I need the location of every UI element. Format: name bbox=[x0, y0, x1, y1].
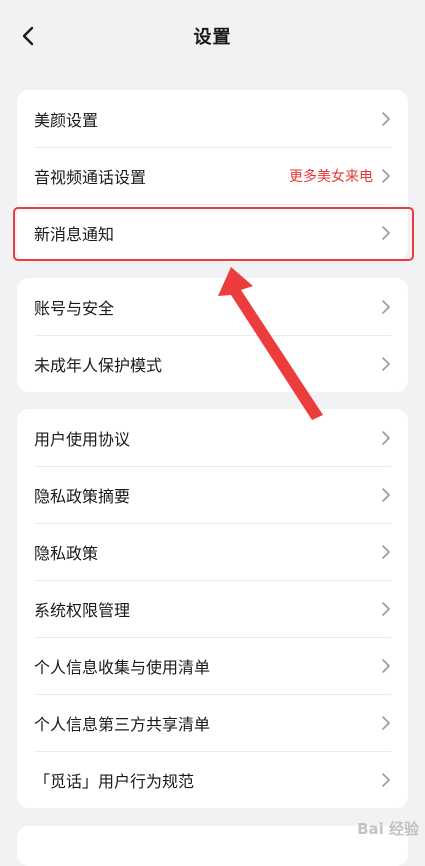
annotation-arrow bbox=[218, 267, 323, 420]
watermark: Bai 经验 bbox=[357, 820, 419, 838]
